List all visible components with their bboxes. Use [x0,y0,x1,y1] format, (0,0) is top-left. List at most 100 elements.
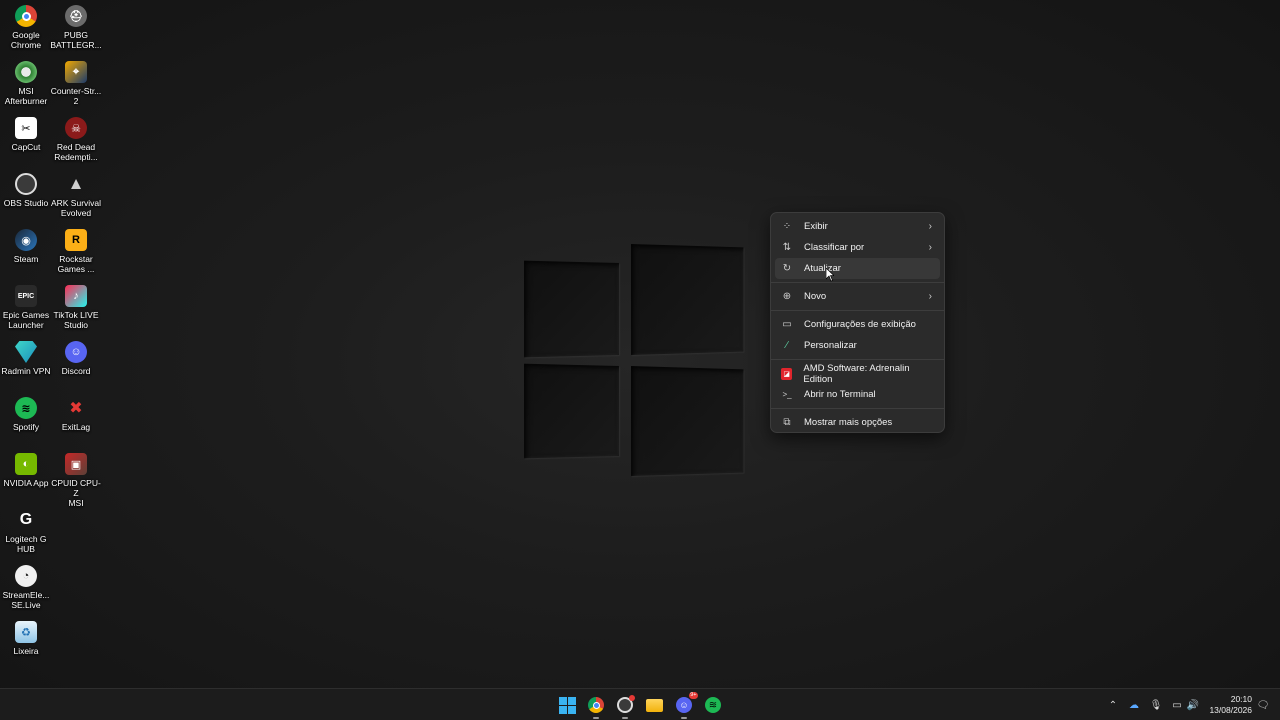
wallpaper-logo-pane [524,363,619,459]
cpuz-icon: ▣ [65,453,87,475]
menu-item-label: Personalizar [804,340,857,351]
notifications-icon[interactable]: 🗨 [1256,698,1270,712]
menu-item-label: Classificar por [804,242,865,253]
clock-time: 20:10 [1230,694,1252,704]
desktop-icon-label: Counter-Str... 2 [50,86,102,106]
file-explorer-icon [645,698,663,712]
taskbar-obs[interactable] [614,694,636,719]
display-icon: ▭ [782,319,792,330]
chevron-right-icon: › [928,242,932,253]
running-indicator [681,717,687,719]
desktop-icon-label: CPUID CPU-Z MSI [51,478,101,508]
menu-item-novo[interactable]: ⊕ Novo › [775,286,940,307]
taskbar-file-explorer[interactable] [643,694,665,716]
menu-item-classificar-por[interactable]: ⇅ Classificar por › [775,237,940,258]
start-button[interactable] [556,694,578,716]
menu-item-abrir-terminal[interactable]: >_ Abrir no Terminal [775,384,940,405]
desktop-icon-label: StreamEle... SE.Live [2,590,50,610]
desktop-icon-spotify[interactable]: ≋ Spotify [0,397,52,432]
desktop-icon-label: CapCut [11,142,41,152]
taskbar-discord[interactable]: ☺ 9+ [673,692,698,719]
menu-item-label: Atualizar [804,263,841,274]
capcut-icon: ✂ [15,117,37,139]
desktop-icon-pubg[interactable]: ⛑ PUBG BATTLEGR... [50,5,102,50]
desktop-icon-label: TikTok LIVE Studio [53,310,99,330]
discord-icon: ☺ [65,341,87,363]
desktop-icon-recycle-bin[interactable]: ♻ Lixeira [0,621,52,656]
onedrive-icon[interactable]: ☁ [1127,698,1141,712]
taskbar: ☺ 9+ ≋ ⌃ ☁ 🎙 ▭ 🔊 20:10 13/08/2026 🗨 [0,688,1280,720]
menu-item-label: Abrir no Terminal [804,389,876,400]
desktop-icon-obs[interactable]: OBS Studio [0,173,52,208]
menu-item-personalizar[interactable]: ∕ Personalizar [775,335,940,356]
wallpaper-logo-pane [631,366,744,476]
desktop-icon-tiktok[interactable]: ♪ TikTok LIVE Studio [50,285,102,330]
ark-icon: ▲ [67,174,85,193]
desktop-icon-label: PUBG BATTLEGR... [50,30,102,50]
epic-games-icon: EPIC [15,285,37,307]
rockstar-icon: R [65,229,87,251]
network-icon[interactable]: ▭ [1170,698,1184,712]
msi-afterburner-icon [15,61,37,83]
obs-icon [617,695,635,713]
desktop-icon-red-dead[interactable]: ☠ Red Dead Redempti... [50,117,102,162]
menu-separator [771,310,944,311]
running-indicator [622,717,628,719]
desktop-icon-nvidia[interactable]: ◐ NVIDIA App [0,453,52,488]
desktop-icon-cpuz[interactable]: ▣ CPUID CPU-Z MSI [50,453,102,508]
microphone-icon[interactable]: 🎙 [1149,698,1163,712]
menu-item-exibir[interactable]: ⁘ Exibir › [775,216,940,237]
desktop-icon-rockstar[interactable]: R Rockstar Games ... [50,229,102,274]
chevron-up-icon[interactable]: ⌃ [1106,698,1120,712]
desktop-icon-capcut[interactable]: ✂ CapCut [0,117,52,152]
spotify-icon: ≋ [15,397,37,419]
mouse-cursor-icon [826,268,834,282]
desktop-icon-radmin-vpn[interactable]: Radmin VPN [0,341,52,376]
clock-date: 13/08/2026 [1209,705,1252,715]
desktop-icon-counter-strike[interactable]: ⌖ Counter-Str... 2 [50,61,102,106]
refresh-icon: ↻ [782,263,792,274]
menu-item-atualizar[interactable]: ↻ Atualizar [775,258,940,279]
desktop-icon-steam[interactable]: ◉ Steam [0,229,52,264]
desktop-icon-discord[interactable]: ☺ Discord [50,341,102,376]
tiktok-icon: ♪ [65,285,87,307]
grid-icon: ⁘ [782,221,792,232]
spotify-icon: ≋ [705,697,721,713]
terminal-icon: >_ [782,390,792,399]
taskbar-clock[interactable]: 20:10 13/08/2026 [1209,694,1252,716]
desktop-icon-streamelements[interactable]: ◔ StreamEle... SE.Live [0,565,52,610]
desktop-icon-ark[interactable]: ▲ ARK Survival Evolved [50,173,102,218]
desktop-icon-exitlag[interactable]: ✖ ExitLag [50,397,102,432]
desktop-icon-msi-afterburner[interactable]: MSI Afterburner [0,61,52,106]
steam-icon: ◉ [15,229,37,251]
menu-separator [771,282,944,283]
more-options-icon: ⧉ [783,417,791,428]
desktop-icon-chrome[interactable]: Google Chrome [0,5,52,50]
volume-icon[interactable]: 🔊 [1186,698,1200,712]
menu-item-label: Novo [804,291,827,302]
chrome-icon [588,697,604,713]
desktop-icon-logitech[interactable]: G Logitech G HUB [0,509,52,554]
desktop-icon-label: Lixeira [13,646,39,656]
desktop-icon-label: OBS Studio [3,198,49,208]
recycle-bin-icon: ♻ [15,621,37,643]
menu-item-configuracoes-exibicao[interactable]: ▭ Configurações de exibição [775,314,940,335]
taskbar-spotify[interactable]: ≋ [702,694,724,716]
nvidia-icon: ◐ [15,453,37,475]
desktop-icon-epic-games[interactable]: EPIC Epic Games Launcher [0,285,52,330]
counter-strike-icon: ⌖ [65,61,87,83]
menu-item-mostrar-mais-opcoes[interactable]: ⧉ Mostrar mais opções [775,412,940,433]
chrome-icon [15,5,37,27]
start-icon [558,696,576,714]
desktop-icon-label: Red Dead Redempti... [54,142,98,162]
taskbar-chrome[interactable] [585,694,607,719]
exitlag-icon: ✖ [69,400,83,417]
menu-separator [771,408,944,409]
sort-icon: ⇅ [782,242,792,253]
desktop-icon-label: ARK Survival Evolved [50,198,102,218]
menu-item-amd-software[interactable]: ◪ AMD Software: Adrenalin Edition [775,362,940,385]
menu-item-label: Mostrar mais opções [804,417,893,428]
menu-item-label: AMD Software: Adrenalin Edition [803,362,910,385]
desktop-icon-label: Google Chrome [10,30,42,50]
desktop-icon-label: Epic Games Launcher [2,310,50,330]
